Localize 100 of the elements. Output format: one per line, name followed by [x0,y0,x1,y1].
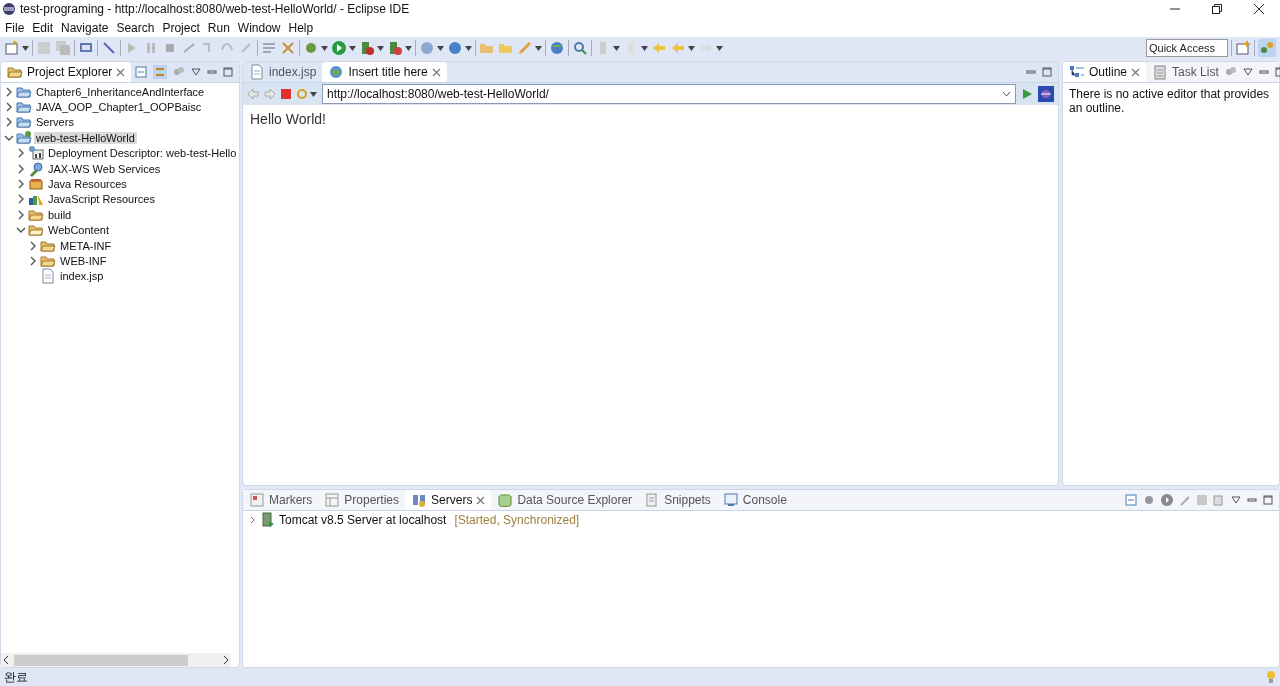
view-menu-icon[interactable] [191,68,201,76]
eclipse-browser-icon[interactable] [1038,86,1054,102]
chevron-right-icon[interactable] [16,209,26,220]
tab[interactable]: Outline [1063,62,1147,82]
tab[interactable]: Markers [243,490,319,510]
scroll-right-icon[interactable] [221,655,231,665]
outline-icon [1069,64,1085,80]
page-text: Hello World! [249,110,327,129]
open-folder-icon [28,222,44,239]
run-server-icon[interactable] [359,40,375,56]
caret-icon[interactable] [310,91,317,97]
globe-icon[interactable] [549,40,565,56]
globe-icon [328,64,345,80]
tree-item[interactable]: build [46,208,74,221]
minimize-icon[interactable] [1247,495,1257,505]
quick-access-field[interactable]: Quick Access [1146,39,1228,57]
run-icon[interactable] [331,40,347,56]
dropdown-caret-icon[interactable] [1002,91,1011,97]
menu-item[interactable]: Navigate [58,20,112,35]
tree-item[interactable]: web-test-HelloWorld [34,131,137,144]
lightbulb-icon[interactable] [1266,670,1276,684]
chevron-right-icon[interactable] [28,240,38,251]
collapse-all-icon[interactable] [135,66,147,78]
caret-icon[interactable] [22,45,29,51]
filter-icon[interactable] [173,66,185,78]
minimize-icon[interactable] [1258,67,1269,77]
tree-item[interactable]: index.jsp [58,270,106,283]
chevron-right-icon[interactable] [16,163,26,174]
horizontal-scrollbar[interactable] [1,653,231,667]
descriptor-icon [28,145,44,162]
caret-icon[interactable] [641,45,648,51]
tree-item[interactable]: Servers [34,116,76,129]
tab[interactable]: Insert title here [322,62,447,82]
link-editor-icon[interactable] [153,65,167,79]
view-menu-icon[interactable] [1231,496,1241,504]
tab[interactable]: Servers [405,490,492,510]
menu-item[interactable]: Edit [29,20,57,35]
chevron-right-icon[interactable] [16,179,26,190]
caret-icon[interactable] [349,45,356,51]
tree-item[interactable]: JAX-WS Web Services [46,162,163,175]
profile-server-icon[interactable] [387,40,403,56]
caret-icon[interactable] [405,45,412,51]
menu-item[interactable]: Help [285,20,317,35]
tab[interactable]: Task List [1146,62,1225,82]
menu-item[interactable]: Window [234,20,284,35]
restore-icon[interactable] [1212,4,1222,14]
chevron-right-icon[interactable] [28,256,38,266]
minimize-icon[interactable] [1026,67,1036,77]
minimize-icon[interactable] [207,67,217,77]
close-icon[interactable] [1254,4,1264,14]
maximize-icon[interactable] [1042,67,1052,77]
chevron-right-icon[interactable] [249,516,257,524]
maximize-icon[interactable] [1263,495,1273,505]
tree-item[interactable]: JavaScript Resources [46,193,157,206]
chevron-right-icon[interactable] [16,148,26,159]
menu-item[interactable]: Run [204,20,233,35]
caret-icon[interactable] [465,45,472,51]
caret-icon[interactable] [688,45,695,51]
tab[interactable]: index.jsp [243,62,323,82]
chevron-right-icon[interactable] [4,86,14,97]
tab[interactable]: Console [716,490,793,510]
tree-item[interactable]: Java Resources [46,178,129,191]
tab[interactable]: Properties [318,490,406,510]
menu-item[interactable]: Search [113,20,158,35]
tab[interactable]: Snippets [638,490,717,510]
chevron-right-icon[interactable] [16,194,26,205]
menu-item[interactable]: File [2,20,28,35]
caret-icon[interactable] [535,45,542,51]
maximize-icon[interactable] [223,67,233,77]
url-field[interactable]: http://localhost:8080/web-test-HelloWorld/ [322,84,1016,104]
caret-icon[interactable] [437,45,444,51]
tree-item[interactable]: JAVA_OOP_Chapter1_OOPBaisc [34,101,204,114]
java-ee-perspective-icon[interactable] [1258,39,1276,57]
tree-item[interactable]: WebContent [46,224,111,237]
server-name[interactable]: Tomcat v8.5 Server at localhost [279,513,447,527]
tree-item[interactable]: META-INF [58,239,114,252]
scroll-left-icon[interactable] [1,655,11,665]
caret-icon[interactable] [377,45,384,51]
tools-icon[interactable] [280,40,296,56]
open-perspective-icon[interactable] [1235,40,1251,56]
tab[interactable]: Data Source Explorer [491,490,639,510]
filter-icon[interactable] [1224,66,1237,78]
lines-icon[interactable] [261,40,277,56]
go-icon[interactable] [1021,88,1033,100]
search-icon[interactable] [572,40,588,56]
forward-icon[interactable] [264,88,276,100]
back-icon[interactable] [247,88,259,100]
caret-icon[interactable] [716,45,723,51]
chevron-right-icon[interactable] [4,117,14,128]
tree-item[interactable]: WEB-INF [58,255,109,267]
tab[interactable]: Project Explorer [1,62,132,82]
view-menu-icon[interactable] [1242,68,1253,76]
caret-icon[interactable] [321,45,328,51]
caret-icon[interactable] [613,45,620,51]
start-icon[interactable] [1161,494,1173,506]
tree-item[interactable]: Chapter6_InheritanceAndInterface [34,85,207,98]
collapse-all-icon[interactable] [1125,494,1137,506]
menu-item[interactable]: Project [159,20,203,35]
tree-item[interactable]: Deployment Descriptor: web-test-Hello [46,147,239,160]
chevron-right-icon[interactable] [4,102,14,113]
